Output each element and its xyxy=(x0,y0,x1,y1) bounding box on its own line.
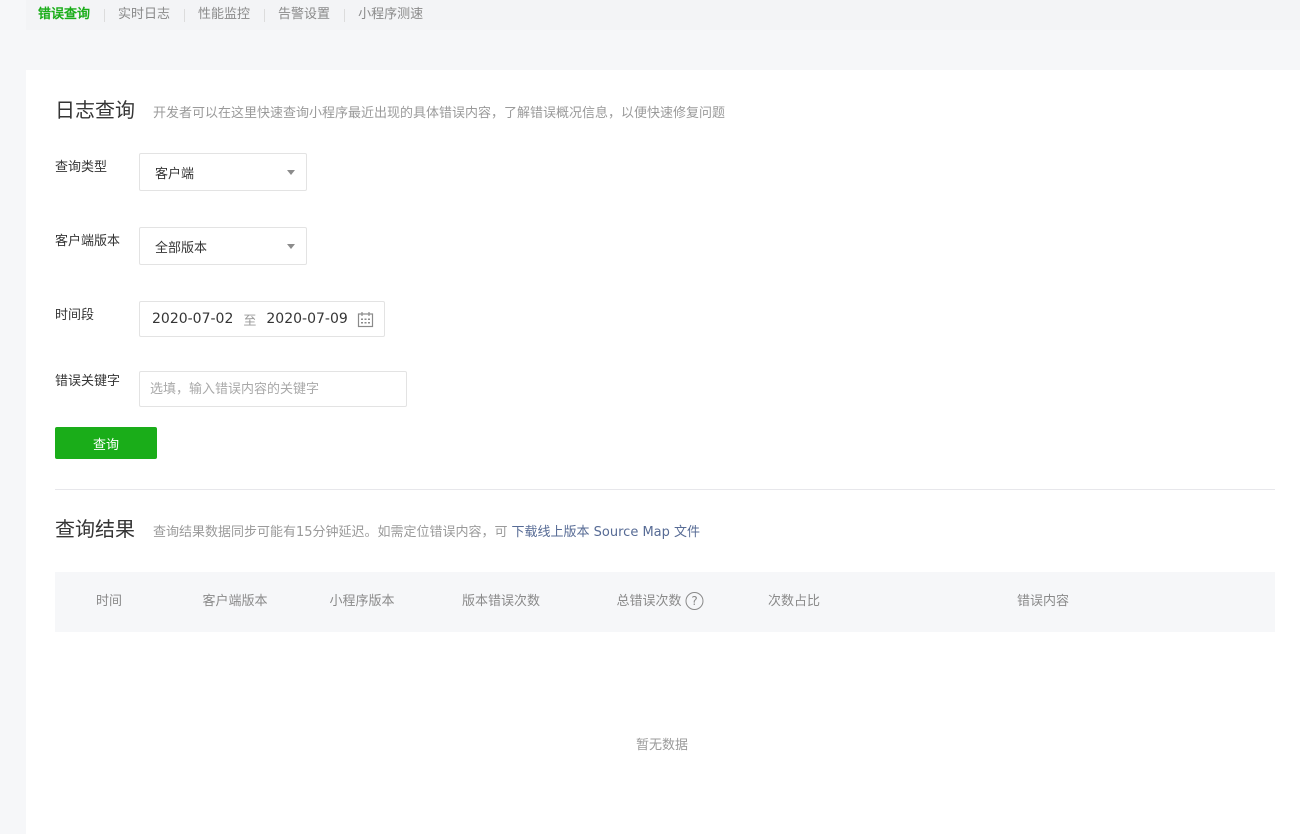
results-title: 查询结果 xyxy=(55,517,135,541)
results-description-text: 查询结果数据同步可能有15分钟延迟。如需定位错误内容，可 xyxy=(153,525,508,540)
tab-error-query[interactable]: 错误查询 xyxy=(38,4,104,26)
query-type-label: 查询类型 xyxy=(55,160,108,175)
query-type-select[interactable]: 客户端 xyxy=(139,153,307,191)
tab-alert-settings[interactable]: 告警设置 xyxy=(264,4,344,26)
client-version-value: 全部版本 xyxy=(155,240,208,256)
caret-down-icon xyxy=(287,170,295,175)
query-button[interactable]: 查询 xyxy=(55,427,157,459)
tab-speed-test[interactable]: 小程序测速 xyxy=(344,4,437,26)
keyword-input[interactable] xyxy=(139,371,407,407)
tab-realtime-log[interactable]: 实时日志 xyxy=(104,4,184,26)
empty-state-text: 暂无数据 xyxy=(636,738,689,753)
log-query-title: 日志查询 xyxy=(55,98,135,122)
source-map-download-link[interactable]: 下载线上版本 Source Map 文件 xyxy=(512,525,700,540)
column-header-total-error-count-label: 总错误次数 xyxy=(616,594,682,609)
calendar-icon[interactable] xyxy=(357,311,374,328)
log-query-description: 开发者可以在这里快速查询小程序最近出现的具体错误内容，了解错误概况信息，以便快速… xyxy=(153,106,726,121)
caret-down-icon xyxy=(287,244,295,249)
log-query-header: 日志查询 开发者可以在这里快速查询小程序最近出现的具体错误内容，了解错误概况信息… xyxy=(55,94,725,123)
results-table-header: 时间 客户端版本 小程序版本 版本错误次数 总错误次数? 次数占比 错误内容 xyxy=(55,572,1275,632)
column-header-version-error-count: 版本错误次数 xyxy=(461,594,541,609)
date-separator: 至 xyxy=(243,313,257,329)
keyword-label: 错误关键字 xyxy=(55,374,121,389)
divider xyxy=(55,489,1275,490)
column-header-total-error-count: 总错误次数? xyxy=(616,572,704,632)
column-header-ratio: 次数占比 xyxy=(767,594,821,609)
results-description: 查询结果数据同步可能有15分钟延迟。如需定位错误内容，可 下载线上版本 Sourc… xyxy=(153,521,700,540)
query-type-value: 客户端 xyxy=(155,166,195,182)
client-version-label: 客户端版本 xyxy=(55,234,121,249)
date-range-picker[interactable]: 2020-07-02 至 2020-07-09 xyxy=(139,301,385,337)
column-header-miniprogram-version: 小程序版本 xyxy=(329,594,395,609)
time-range-label: 时间段 xyxy=(55,308,95,323)
date-end[interactable]: 2020-07-09 xyxy=(266,311,347,327)
date-start[interactable]: 2020-07-02 xyxy=(152,311,233,327)
column-header-error-content: 错误内容 xyxy=(1016,594,1070,609)
top-tabs: 错误查询 实时日志 性能监控 告警设置 小程序测速 xyxy=(26,0,1300,30)
help-circle-icon[interactable]: ? xyxy=(685,591,704,610)
client-version-select[interactable]: 全部版本 xyxy=(139,227,307,265)
column-header-time: 时间 xyxy=(95,594,123,609)
column-header-client-version: 客户端版本 xyxy=(202,594,268,609)
main-card: 日志查询 开发者可以在这里快速查询小程序最近出现的具体错误内容，了解错误概况信息… xyxy=(26,70,1300,834)
tab-performance-monitor[interactable]: 性能监控 xyxy=(184,4,264,26)
results-header: 查询结果 查询结果数据同步可能有15分钟延迟。如需定位错误内容，可 下载线上版本 … xyxy=(55,513,700,542)
